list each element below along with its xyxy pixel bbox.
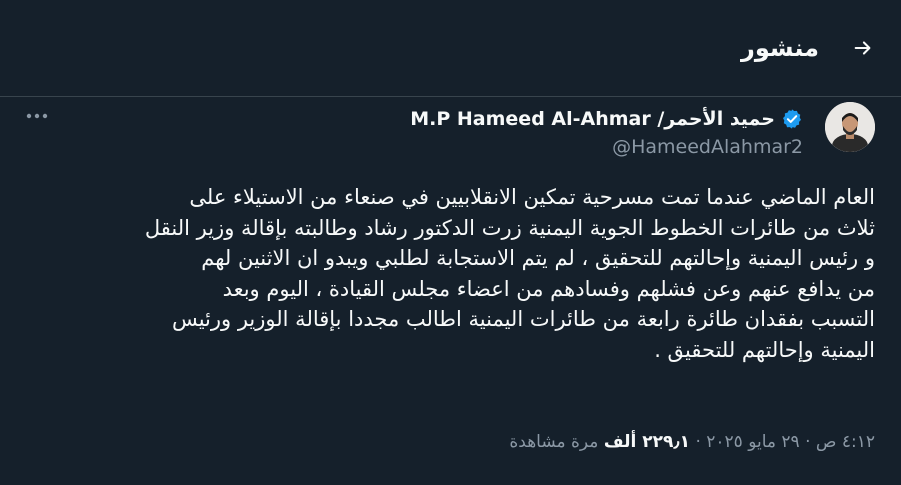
tweet-line: و رئيس اليمنية وإحالتهم للتحقيق ، لم يتم… bbox=[201, 246, 875, 270]
tweet-line: التسبب بفقدان طائرة رابعة من طائرات اليم… bbox=[171, 307, 875, 331]
author-row: M.P Hameed Al-Ahmar /حميد الأحمر bbox=[410, 104, 803, 134]
tweet-line: من يدافع عنهم وعن فشلهم وفسادهم من اعضاء… bbox=[222, 276, 875, 301]
views-count: ٢٢٩٫١ ألف bbox=[603, 432, 691, 452]
tweet-line: ثلاث من طائرات الخطوط الجوية اليمنية زرت… bbox=[144, 215, 875, 240]
tweet-meta: ٤:١٢ ص · ٢٩ مايو ٢٠٢٥ · ٢٢٩٫١ ألف مرة مش… bbox=[509, 432, 875, 452]
meta-separator: · bbox=[695, 432, 701, 452]
tweet-line: اليمنية وإحالتهم للتحقيق . bbox=[654, 337, 875, 362]
tweet-line: العام الماضي عندما تمت مسرحية تمكين الان… bbox=[189, 185, 875, 209]
views-label: مرة مشاهدة bbox=[509, 432, 599, 452]
profile-photo-icon bbox=[825, 102, 875, 152]
meta-separator: · bbox=[805, 432, 811, 452]
tweet-date[interactable]: ٢٩ مايو ٢٠٢٥ bbox=[706, 432, 799, 452]
back-button[interactable] bbox=[843, 28, 883, 68]
more-options-button[interactable] bbox=[22, 104, 52, 128]
arrow-back-icon bbox=[854, 41, 871, 55]
page-title: منشور bbox=[741, 34, 819, 62]
author-display-name[interactable]: M.P Hameed Al-Ahmar /حميد الأحمر bbox=[410, 108, 775, 130]
verified-badge-icon bbox=[783, 109, 801, 129]
top-bar: منشور bbox=[0, 0, 901, 97]
tweet-time[interactable]: ٤:١٢ ص bbox=[816, 432, 875, 452]
tweet-text: العام الماضي عندما تمت مسرحية تمكين الان… bbox=[23, 182, 875, 365]
avatar[interactable] bbox=[825, 102, 875, 152]
more-dots-icon bbox=[26, 113, 48, 119]
author-handle[interactable]: @HameedAlahmar2 bbox=[612, 136, 803, 158]
